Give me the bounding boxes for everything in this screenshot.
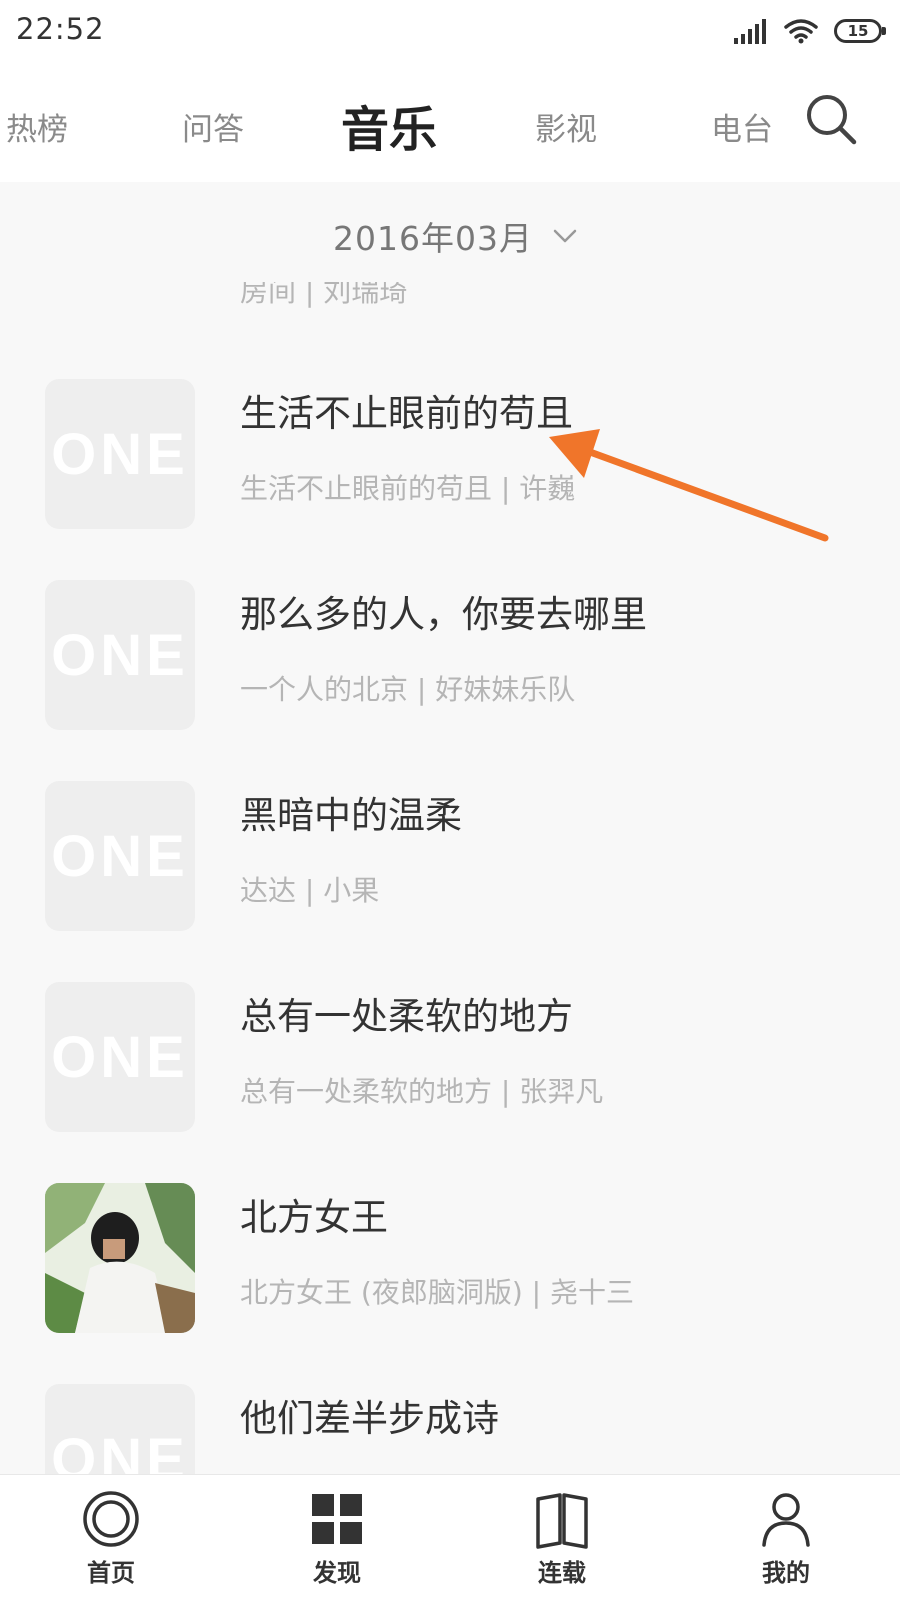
wifi-icon	[784, 19, 818, 44]
list-item[interactable]: ONE 生活不止眼前的苟且 生活不止眼前的苟且 | 许巍	[0, 379, 900, 584]
tab-qa[interactable]: 问答	[182, 104, 244, 149]
item-subtitle: 总有一处柔软的地方 | 张羿凡	[240, 1075, 604, 1108]
cover-thumbnail: ONE	[45, 379, 195, 529]
item-title: 北方女王	[240, 1196, 388, 1239]
chevron-down-icon	[553, 229, 577, 243]
nav-serial[interactable]: 连载	[502, 1489, 622, 1589]
battery-icon: 15	[834, 19, 886, 43]
top-tabs: 热榜 问答 音乐 影视 电台	[0, 62, 900, 182]
signal-icon	[734, 19, 766, 44]
person-photo-image	[45, 1183, 195, 1333]
item-title: 黑暗中的温柔	[240, 794, 462, 837]
person-icon	[762, 1493, 810, 1547]
item-subtitle: 生活不止眼前的苟且 | 许巍	[240, 472, 576, 505]
nav-serial-label: 连载	[538, 1559, 586, 1587]
cover-thumbnail: ONE	[45, 781, 195, 931]
nav-me-label: 我的	[762, 1559, 810, 1587]
list-item[interactable]: ONE 他们差半步成诗	[0, 1384, 900, 1474]
tab-hot-list[interactable]: 热榜	[6, 104, 68, 149]
cover-photo	[45, 1183, 195, 1333]
one-logo: ONE	[51, 823, 189, 889]
list-item[interactable]: ONE 黑暗中的温柔 达达 | 小果	[0, 781, 900, 986]
one-logo: ONE	[51, 622, 189, 688]
status-time: 22:52	[16, 12, 105, 46]
nav-me[interactable]: 我的	[726, 1489, 846, 1589]
one-logo: ONE	[51, 1024, 189, 1090]
date-selector[interactable]: 2016年03月	[333, 212, 577, 260]
list-item[interactable]: ONE 房间 | 刘瑞琦	[0, 282, 900, 337]
cover-thumbnail: ONE	[45, 580, 195, 730]
list-item[interactable]: 北方女王 北方女王 (夜郎脑洞版) | 尧十三	[0, 1183, 900, 1388]
date-bar: 2016年03月	[0, 182, 900, 282]
list-item[interactable]: ONE 总有一处柔软的地方 总有一处柔软的地方 | 张羿凡	[0, 982, 900, 1187]
item-subtitle: 北方女王 (夜郎脑洞版) | 尧十三	[240, 1276, 634, 1309]
bottom-nav: 首页 发现 连载 我的	[0, 1474, 900, 1600]
item-title: 那么多的人，你要去哪里	[240, 593, 647, 636]
grid-icon	[312, 1494, 362, 1544]
status-bar: 22:52 15	[0, 0, 900, 62]
battery-level: 15	[847, 22, 869, 40]
nav-home[interactable]: 首页	[51, 1489, 171, 1589]
nav-discover[interactable]: 发现	[277, 1489, 397, 1589]
home-circle-icon	[83, 1491, 139, 1547]
tab-radio[interactable]: 电台	[711, 104, 773, 149]
status-icons: 15	[734, 14, 886, 48]
date-label: 2016年03月	[333, 219, 533, 258]
tab-film[interactable]: 影视	[535, 104, 597, 149]
item-title: 他们差半步成诗	[240, 1397, 499, 1440]
book-icon	[536, 1493, 588, 1549]
music-list: ONE 房间 | 刘瑞琦 ONE 生活不止眼前的苟且 生活不止眼前的苟且 | 许…	[0, 282, 900, 1474]
cover-thumbnail: ONE	[45, 1384, 195, 1474]
nav-home-label: 首页	[87, 1559, 135, 1587]
nav-discover-label: 发现	[313, 1559, 361, 1587]
item-subtitle: 房间 | 刘瑞琦	[240, 282, 408, 308]
item-title: 总有一处柔软的地方	[240, 995, 573, 1038]
one-logo: ONE	[51, 421, 189, 487]
tab-music[interactable]: 音乐	[341, 90, 437, 160]
cover-thumbnail: ONE	[45, 982, 195, 1132]
item-subtitle: 达达 | 小果	[240, 874, 380, 907]
list-item[interactable]: ONE 那么多的人，你要去哪里 一个人的北京 | 好妹妹乐队	[0, 580, 900, 785]
search-icon[interactable]	[804, 92, 860, 148]
item-title: 生活不止眼前的苟且	[240, 392, 573, 435]
music-screen: 22:52 15 热榜 问答 音乐 影视 电台 2016年03月 房间 | 刘瑞…	[0, 0, 900, 1600]
one-logo: ONE	[51, 1426, 189, 1475]
item-subtitle: 一个人的北京 | 好妹妹乐队	[240, 673, 576, 706]
